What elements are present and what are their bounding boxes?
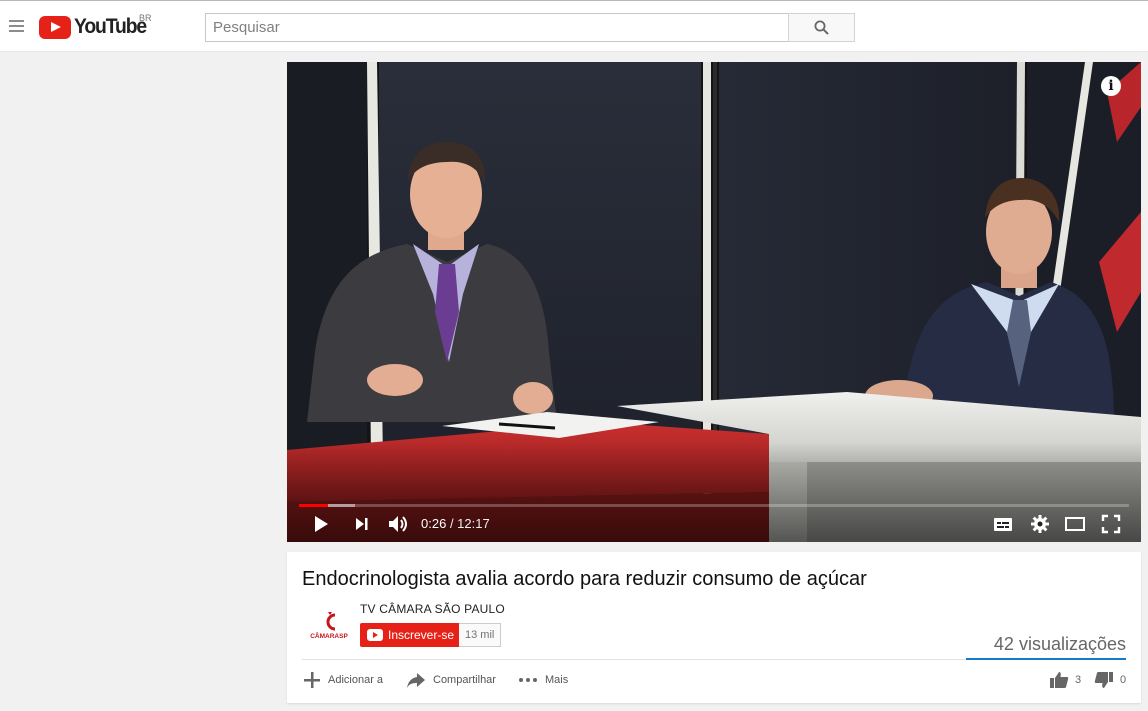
masthead: YouTube BR [0,0,1148,52]
video-title: Endocrinologista avalia acordo para redu… [302,568,867,590]
subtitles-icon[interactable] [992,513,1014,535]
like-count: 3 [1075,674,1082,686]
duration: 12:17 [457,516,490,531]
more-dots-icon [519,678,537,682]
views-underline [966,658,1126,660]
subscribe-label: Inscrever-se [388,628,455,642]
share-label: Compartilhar [433,674,496,686]
guide-menu-icon[interactable] [9,20,24,32]
share-button[interactable]: Compartilhar [406,670,496,690]
channel-logo-text: CÂMARASP [310,631,348,640]
fullscreen-icon[interactable] [1100,513,1122,535]
video-frame [287,62,1141,542]
video-info-card: Endocrinologista avalia acordo para redu… [287,552,1141,703]
search-input[interactable] [205,13,789,42]
country-code: BR [139,13,152,23]
channel-avatar[interactable]: CÂMARASP [305,612,353,642]
youtube-logo[interactable]: YouTube [39,13,152,41]
dislike-count: 0 [1120,674,1127,686]
next-icon[interactable] [353,513,371,535]
dislike-button[interactable]: 0 [1094,670,1126,690]
thumbs-up-icon [1050,672,1069,688]
time-display: 0:26 / 12:17 [421,516,490,531]
add-to-label: Adicionar a [328,674,384,686]
youtube-subscribe-icon [367,629,383,641]
subscriber-count: 13 mil [459,623,502,647]
settings-gear-icon[interactable] [1029,513,1051,535]
camara-logo-icon: CÂMARASP [310,612,348,640]
search-icon [814,20,829,35]
current-time: 0:26 [421,516,447,531]
theater-mode-icon[interactable] [1064,513,1086,535]
subscribe-button[interactable]: Inscrever-se [360,623,463,647]
view-count: 42 visualizações [993,634,1126,654]
video-player[interactable]: i 0:26 / 12:17 [287,62,1141,542]
like-button[interactable]: 3 [1049,670,1081,690]
progress-bar[interactable] [299,504,1129,507]
more-button[interactable]: Mais [518,670,568,690]
play-icon[interactable] [313,513,329,535]
info-icon[interactable]: i [1101,76,1121,96]
progress-played [299,504,329,507]
youtube-play-icon [39,15,71,39]
volume-icon[interactable] [387,513,411,535]
logo-text: YouTube [74,15,147,38]
plus-icon [304,672,320,688]
share-icon [407,673,425,688]
thumbs-down-icon [1094,672,1113,688]
more-label: Mais [545,674,569,686]
add-to-button[interactable]: Adicionar a [303,670,383,690]
search-button[interactable] [788,13,855,42]
channel-name[interactable]: TV CÂMARA SÃO PAULO [360,602,505,616]
